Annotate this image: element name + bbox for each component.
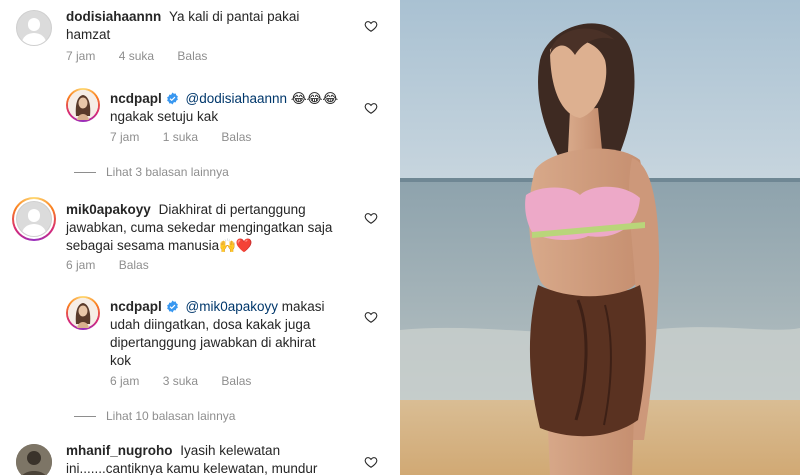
reply-emoji: 😂😂😂 <box>290 91 339 106</box>
verified-badge-icon <box>166 92 178 105</box>
profile-photo <box>68 90 98 120</box>
comments-panel: dodisiahaannn Ya kali di pantai pakai ha… <box>0 0 400 475</box>
reply-text: ncdpapl @mik0apakoyy makasi <box>110 297 325 317</box>
reply-meta: 7 jam 1 suka Balas <box>110 130 271 144</box>
reply-text: ncdpapl @dodisiahaannn 😂😂😂 <box>110 89 338 109</box>
reply-body-line2: ngakak setuju kak <box>110 109 219 124</box>
comment-username[interactable]: dodisiahaannn <box>66 9 161 24</box>
mention-link[interactable]: @dodisiahaannn <box>186 91 288 106</box>
reply-likes[interactable]: 1 suka <box>163 130 198 144</box>
comment-likes[interactable]: 4 suka <box>119 49 154 63</box>
comment-meta: 7 jam 4 suka Balas <box>66 49 227 63</box>
heart-outline-icon[interactable] <box>364 455 378 469</box>
heart-outline-icon[interactable] <box>364 19 378 33</box>
comment-text: mik0apakoyy Diakhirat di pertanggung <box>66 200 306 220</box>
view-more-replies[interactable]: Lihat 10 balasan lainnya <box>74 409 235 423</box>
comment-time: 6 jam <box>66 258 96 272</box>
heart-outline-icon[interactable] <box>364 101 378 115</box>
comment-body-line2: jawabkan, cuma sekedar mengingatkan saja <box>66 220 333 235</box>
beach-photo <box>400 0 800 475</box>
heart-outline-icon[interactable] <box>364 211 378 225</box>
view-more-replies-label: Lihat 10 balasan lainnya <box>106 409 236 423</box>
comment-body-line2: ini.......cantiknya kamu kelewatan, mund… <box>66 461 318 475</box>
reply-body-line3: dipertanggung jawabkan di akhirat <box>110 335 316 350</box>
reply-body-line4: kok <box>110 353 132 368</box>
comment-body-line3: sebagai sesama manusia🙌❤️ <box>66 238 253 253</box>
profile-photo <box>68 298 98 328</box>
reply-likes[interactable]: 3 suka <box>163 374 198 388</box>
reply-username[interactable]: ncdpapl <box>110 299 162 314</box>
reply-time: 6 jam <box>110 374 140 388</box>
mention-link[interactable]: @mik0apakoyy <box>186 299 279 314</box>
reply-button[interactable]: Balas <box>221 130 251 144</box>
comment-body: Iyasih kelewatan <box>180 443 281 458</box>
comment-body: Diakhirat di pertanggung <box>158 202 306 217</box>
comment-text: dodisiahaannn Ya kali di pantai pakai <box>66 7 299 27</box>
beach-photo-illustration <box>400 0 800 475</box>
avatar-ncdpapl[interactable] <box>66 88 100 122</box>
reply-button[interactable]: Balas <box>177 49 207 63</box>
comment-meta: 6 jam Balas <box>66 258 169 272</box>
reply-username[interactable]: ncdpapl <box>110 91 162 106</box>
heart-outline-icon[interactable] <box>364 310 378 324</box>
reply-button[interactable]: Balas <box>119 258 149 272</box>
reply-body: makasi <box>281 299 325 314</box>
view-more-replies-label: Lihat 3 balasan lainnya <box>106 165 229 179</box>
reply-meta: 6 jam 3 suka Balas <box>110 374 271 388</box>
comment-text: mhanif_nugroho Iyasih kelewatan <box>66 441 280 461</box>
reply-time: 7 jam <box>110 130 140 144</box>
comment-username[interactable]: mhanif_nugroho <box>66 443 173 458</box>
avatar-mik0apakoyy[interactable] <box>12 197 56 241</box>
reply-body-line2: udah diingatkan, dosa kakak juga <box>110 317 311 332</box>
comment-body: Ya kali di pantai pakai <box>169 9 300 24</box>
reply-button[interactable]: Balas <box>221 374 251 388</box>
avatar-dodisiahaannn[interactable] <box>16 10 52 46</box>
comment-body-line2: hamzat <box>66 27 111 42</box>
view-more-replies[interactable]: Lihat 3 balasan lainnya <box>74 165 229 179</box>
verified-badge-icon <box>166 300 178 313</box>
comment-time: 7 jam <box>66 49 96 63</box>
avatar-ncdpapl[interactable] <box>66 296 100 330</box>
comment-username[interactable]: mik0apakoyy <box>66 202 151 217</box>
profile-photo <box>16 444 52 475</box>
avatar-mhanif-nugroho[interactable] <box>16 444 52 475</box>
